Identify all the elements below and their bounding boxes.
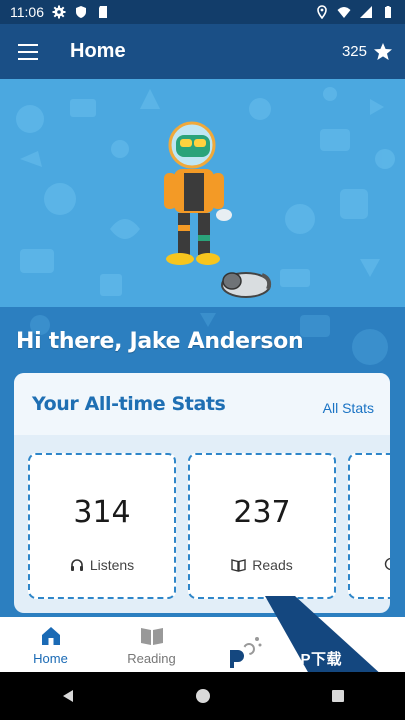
signal-icon	[360, 6, 372, 18]
nav-item-reading[interactable]: Reading	[101, 617, 202, 672]
nav-item-home[interactable]: Home	[0, 617, 101, 672]
stat-label: Reads	[252, 557, 293, 573]
stat-tile-reads[interactable]: 237 Reads	[188, 453, 336, 599]
stats-card: Your All-time Stats All Stats 314 Listen…	[14, 373, 390, 613]
app-bar: Home 325	[0, 24, 405, 79]
book-icon	[140, 627, 163, 645]
status-bar: 11:06	[0, 0, 405, 24]
wifi-icon	[337, 7, 351, 18]
sd-card-icon	[99, 6, 107, 18]
open-book-icon	[231, 559, 246, 572]
stat-tile-listens[interactable]: 314 Listens	[28, 453, 176, 599]
back-triangle-icon[interactable]	[60, 688, 76, 704]
avatar-hero	[0, 79, 405, 307]
headphones-icon	[70, 559, 83, 571]
astronaut-avatar-icon	[164, 121, 232, 265]
stats-title: Your All-time Stats	[32, 393, 226, 415]
location-icon	[317, 5, 327, 19]
nav-label: Home	[33, 650, 68, 666]
home-circle-icon[interactable]	[195, 688, 211, 704]
page-title: Home	[70, 40, 126, 62]
stat-label: Listens	[89, 557, 135, 573]
battery-icon	[385, 6, 391, 18]
all-stats-link[interactable]: All Stats	[323, 400, 374, 416]
stat-value: 314	[73, 495, 131, 530]
clock-icon	[384, 557, 390, 571]
system-navigation-bar	[0, 672, 405, 720]
status-time: 11:06	[10, 4, 44, 20]
menu-button[interactable]	[0, 24, 56, 79]
hamburger-menu-icon	[18, 41, 38, 62]
greeting-heading: Hi there, Jake Anderson	[16, 329, 304, 354]
points-counter[interactable]: 325	[342, 42, 393, 62]
shield-icon	[76, 6, 86, 18]
settings-gear-icon	[52, 5, 66, 19]
watermark-text: PCPOP下载	[256, 650, 343, 668]
stat-value: 237	[233, 495, 291, 530]
pcpop-logo-icon	[222, 644, 250, 672]
recents-square-icon[interactable]	[330, 688, 346, 704]
star-icon	[374, 42, 392, 60]
main-content: Hi there, Jake Anderson Your All-time St…	[0, 307, 405, 617]
cat-pet-icon	[221, 272, 272, 298]
watermark-logo: PCPOP下载	[220, 640, 342, 676]
points-value: 325	[341, 43, 367, 60]
nav-label: Reading	[127, 650, 176, 666]
stat-tile-partial[interactable]	[348, 453, 390, 599]
home-icon	[41, 626, 60, 645]
